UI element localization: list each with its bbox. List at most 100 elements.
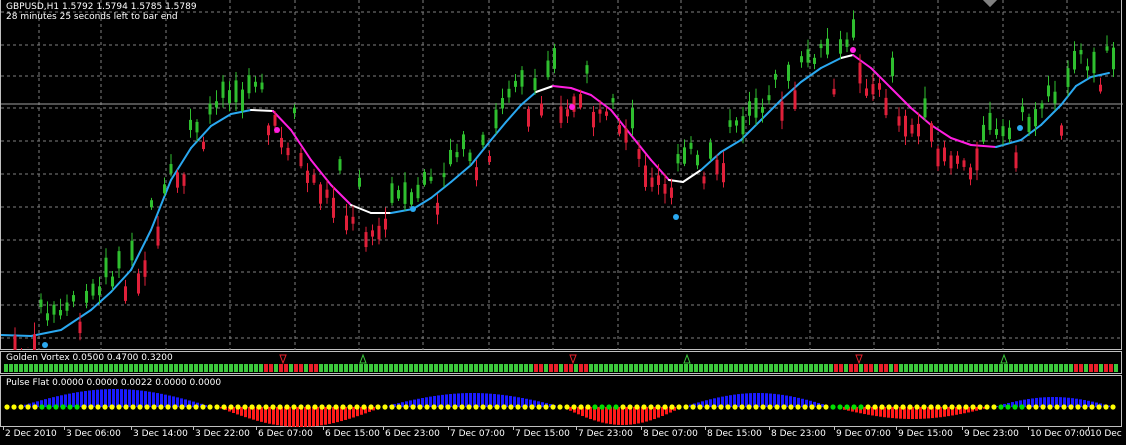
vortex-bar	[894, 364, 898, 372]
candle	[995, 129, 998, 135]
vortex-bar	[989, 364, 993, 372]
vortex-bar	[534, 364, 538, 372]
vortex-bar	[109, 364, 113, 372]
vortex-bar	[419, 364, 423, 372]
vortex-bar	[509, 364, 513, 372]
moving-average-segment	[780, 81, 802, 101]
pulse-dot	[1110, 404, 1116, 410]
candle	[91, 283, 95, 296]
candle	[540, 103, 543, 116]
pulse-dot	[235, 404, 241, 410]
candle	[878, 83, 881, 90]
candle	[975, 148, 979, 171]
time-axis-tick	[576, 427, 577, 430]
vortex-bar	[1039, 364, 1043, 372]
vortex-bar	[689, 364, 693, 372]
pulse-dot	[487, 404, 493, 410]
candle	[741, 116, 745, 135]
pulse-dot	[1061, 404, 1067, 410]
pulse-dot	[396, 404, 402, 410]
pulse-dot	[452, 404, 458, 410]
pulse-dot	[242, 404, 248, 410]
moving-average-segment	[190, 125, 212, 149]
vortex-bar	[519, 364, 523, 372]
chart-window[interactable]: GBPUSD,H1 1.5792 1.5794 1.5785 1.5789 28…	[0, 0, 1126, 445]
candle	[871, 84, 875, 95]
pulse-bar	[276, 407, 279, 426]
time-axis-tick	[705, 427, 706, 430]
bar-countdown: 28 minutes 25 seconds left to bar end	[6, 12, 178, 22]
vortex-bar	[89, 364, 93, 372]
time-axis-label: 9 Dec 07:00	[836, 429, 891, 439]
candle	[416, 184, 420, 199]
candle	[1014, 152, 1018, 169]
golden-vortex-pane[interactable]: Golden Vortex 0.0500 0.4700 0.3200	[0, 351, 1122, 374]
pulse-bar	[156, 393, 159, 407]
vortex-bar	[579, 364, 583, 372]
vortex-bar	[884, 364, 888, 372]
time-axis-tick	[383, 427, 384, 430]
vortex-bar	[434, 364, 438, 372]
pulse-dot	[109, 404, 115, 410]
pulse-dot	[893, 404, 899, 410]
moving-average-segment	[840, 54, 854, 59]
moving-average-segment	[430, 181, 452, 199]
vortex-bar	[269, 364, 273, 372]
moving-average-segment	[60, 309, 92, 331]
price-chart-pane[interactable]: GBPUSD,H1 1.5792 1.5794 1.5785 1.5789 28…	[0, 0, 1123, 350]
vortex-bar	[259, 364, 263, 372]
pulse-dot	[921, 404, 927, 410]
arrow-icon	[1000, 353, 1008, 364]
pulse-dot	[851, 404, 857, 410]
vortex-bar	[949, 364, 953, 372]
pulse-bar	[324, 407, 327, 425]
pulse-dot	[830, 404, 836, 410]
pulse-dot	[1082, 404, 1088, 410]
moving-average-segment	[890, 87, 912, 109]
candle	[325, 189, 329, 198]
moving-average-segment	[720, 139, 742, 153]
candle	[423, 171, 426, 185]
pulse-bar	[617, 407, 620, 425]
pulse-bar	[284, 407, 287, 427]
candle	[163, 184, 166, 194]
vortex-bar	[979, 364, 983, 372]
candle	[338, 159, 342, 171]
pulse-dot	[18, 404, 24, 410]
vortex-bar	[1009, 364, 1013, 372]
pulse-dot	[557, 404, 563, 410]
candle	[969, 167, 972, 180]
pulse-dot	[669, 404, 675, 410]
vortex-bar	[559, 364, 563, 372]
candle	[780, 101, 784, 121]
candle	[1079, 50, 1083, 55]
candle	[722, 163, 725, 183]
vortex-bar	[1019, 364, 1023, 372]
moving-average-segment	[210, 113, 232, 127]
vortex-bar	[454, 364, 458, 372]
vortex-bar	[734, 364, 738, 372]
candle	[501, 98, 504, 109]
candle	[312, 174, 316, 183]
vortex-bar	[1094, 364, 1098, 372]
pulse-bar	[96, 389, 99, 407]
candle	[936, 148, 940, 167]
pulse-bar	[1031, 398, 1034, 407]
time-axis-tick	[769, 427, 770, 430]
vortex-bar	[1049, 364, 1053, 372]
candle	[397, 190, 400, 199]
pulse-dot	[39, 404, 45, 410]
pulse-dot	[389, 404, 395, 410]
pulse-dot	[382, 404, 388, 410]
vortex-bar	[349, 364, 353, 372]
pulse-dot	[263, 404, 269, 410]
vortex-bar	[1084, 364, 1088, 372]
candle	[319, 184, 322, 204]
candle	[449, 149, 452, 165]
vortex-bar	[29, 364, 33, 372]
pulse-bar	[288, 407, 291, 427]
vortex-bar	[784, 364, 788, 372]
vortex-bar	[4, 364, 8, 372]
pulse-flat-pane[interactable]: Pulse Flat 0.0000 0.0000 0.0022 0.0000 0…	[0, 375, 1122, 427]
pulse-bar	[312, 407, 315, 427]
